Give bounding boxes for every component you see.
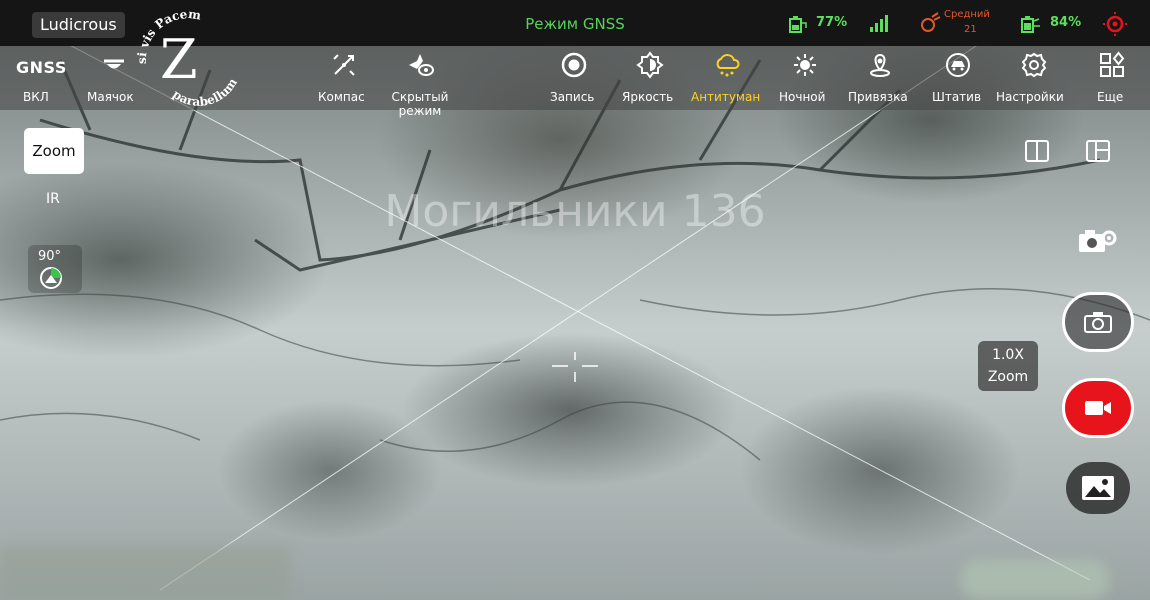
toolbar-item-record[interactable]: Запись: [550, 90, 594, 104]
photo-shutter-button[interactable]: [1062, 292, 1134, 352]
logo-letter: Z: [160, 28, 198, 91]
toolbar-item-beacon[interactable]: Маячок: [87, 90, 134, 104]
gnss-toggle-state[interactable]: ВКЛ: [23, 90, 49, 104]
compass-icon[interactable]: [324, 50, 364, 80]
gimbal-icon: [40, 267, 62, 289]
stealth-mode-icon[interactable]: [400, 50, 440, 80]
gallery-button[interactable]: [1066, 462, 1130, 514]
split-view-button[interactable]: [1014, 128, 1060, 174]
zoom-indicator[interactable]: 1.0X Zoom: [978, 341, 1038, 391]
split-view-icon: [1025, 140, 1049, 162]
blurred-patch: [0, 546, 290, 600]
toolbar-item-tripod[interactable]: Штатив: [932, 90, 981, 104]
blurred-patch: [960, 560, 1110, 600]
toolbar-item-night-mode[interactable]: Ночной: [779, 90, 825, 104]
tripod-icon[interactable]: [938, 50, 978, 80]
video-record-button[interactable]: [1062, 378, 1134, 438]
camera-settings-icon: [1079, 230, 1117, 252]
beacon-icon[interactable]: [94, 50, 134, 80]
zoom-camera-tab[interactable]: Zoom: [24, 128, 84, 174]
pip-layout-button[interactable]: [1075, 128, 1121, 174]
signal-strength-icon: [866, 12, 890, 38]
video-camera-icon: [1085, 401, 1111, 415]
location-watermark: Могильники 136: [384, 186, 766, 237]
gnss-toggle-title[interactable]: GNSS: [16, 58, 67, 77]
toolbar-item-more[interactable]: Еще: [1097, 90, 1123, 104]
gimbal-angle-value: 90°: [38, 249, 62, 264]
zoom-value: 1.0X: [992, 347, 1024, 363]
camera-settings-button[interactable]: [1074, 218, 1120, 264]
toolbar-item-stealth-mode[interactable]: Скрытый режим: [388, 90, 452, 118]
toolbar-item-compass[interactable]: Компас: [318, 90, 365, 104]
brightness-icon[interactable]: [630, 50, 670, 80]
zoom-caption: Zoom: [987, 369, 1029, 385]
pip-layout-icon: [1086, 140, 1110, 162]
satellite-icon: [918, 11, 942, 39]
night-mode-icon[interactable]: [785, 50, 825, 80]
gallery-icon: [1082, 476, 1114, 500]
gps-level-label: Средний: [944, 9, 990, 20]
gimbal-angle-control[interactable]: 90°: [28, 245, 82, 293]
unit-logo: si vis Pacem parabellum Z: [132, 4, 242, 109]
record-icon[interactable]: [554, 50, 594, 80]
gear-icon[interactable]: [1014, 50, 1054, 80]
defog-icon[interactable]: [707, 50, 747, 80]
camera-icon: [1084, 312, 1112, 333]
more-grid-icon[interactable]: [1092, 50, 1132, 80]
remote-battery-icon: [788, 15, 808, 37]
toolbar-item-anchor[interactable]: Привязка: [848, 90, 908, 104]
drone-battery-icon: [1020, 15, 1042, 37]
remote-battery-value: 77%: [816, 15, 848, 30]
ir-camera-tab[interactable]: IR: [46, 191, 60, 207]
drone-battery-value: 84%: [1050, 15, 1082, 30]
alarm-icon[interactable]: [1102, 11, 1128, 41]
toolbar-item-defog[interactable]: Антитуман: [691, 90, 760, 104]
satellite-count: 21: [964, 24, 977, 35]
toolbar-item-brightness[interactable]: Яркость: [622, 90, 673, 104]
anchor-pin-icon[interactable]: [860, 50, 900, 80]
toolbar-item-settings[interactable]: Настройки: [996, 90, 1064, 104]
